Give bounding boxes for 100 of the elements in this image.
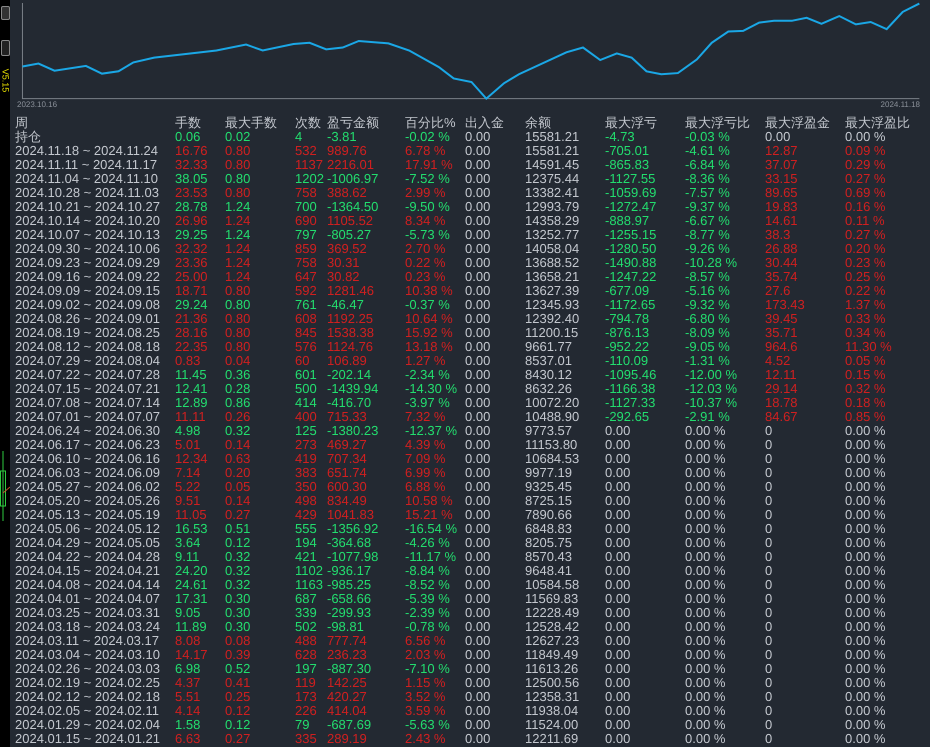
- table-cell-text: 2024.10.07 ~ 2024.10.13: [15, 228, 161, 242]
- table-cell-text: 0.00: [465, 256, 492, 270]
- table-cell-text: 23.53: [175, 186, 209, 200]
- table-cell-text: 0.00: [765, 130, 792, 144]
- table-cell-text: 0.00 %: [845, 522, 886, 536]
- table-cell-text: -10.37 %: [685, 396, 738, 410]
- table-cell-text: -12.37 %: [405, 424, 458, 438]
- table-cell-text: 0.00 %: [685, 536, 726, 550]
- table-cell-text: 0.00: [605, 620, 632, 634]
- table-cell-text: 12993.79: [525, 200, 580, 214]
- table-cell-text: 37.07: [765, 158, 799, 172]
- table-cell-text: 0.00: [605, 676, 632, 690]
- table-cell-text: 0.00: [465, 228, 492, 242]
- table-cell-text: 26.96: [175, 214, 209, 228]
- table-cell-text: -1280.50: [605, 242, 658, 256]
- toolbar-icon[interactable]: [0, 6, 10, 20]
- table-cell-text: 0.32 %: [845, 382, 886, 396]
- table-cell-text: 0.00: [465, 284, 492, 298]
- table-cell-text: 2024.07.01 ~ 2024.07.07: [15, 410, 161, 424]
- table-cell-text: 1538.38: [327, 326, 375, 340]
- table-cell-text: 0: [765, 592, 774, 606]
- table-cell-text: 761: [295, 298, 318, 312]
- table-cell-text: 700: [295, 200, 318, 214]
- table-cell-text: 12358.31: [525, 690, 580, 704]
- table-cell-text: 12500.56: [525, 676, 580, 690]
- toolbar-icon[interactable]: [0, 40, 10, 56]
- table-cell-text: 12345.93: [525, 298, 580, 312]
- table-cell-text: 0.00 %: [685, 676, 726, 690]
- table-cell-text: -9.26 %: [685, 242, 731, 256]
- table-cell-text: 35.71: [765, 326, 799, 340]
- table-cell-text: 758: [295, 256, 318, 270]
- table-cell-text: 11.11: [175, 410, 207, 424]
- table-cell-text: 0.20 %: [845, 242, 886, 256]
- table-cell-text: 414: [295, 396, 318, 410]
- table-cell-text: 4.37: [175, 676, 202, 690]
- table-cell-text: 12.41: [175, 382, 209, 396]
- table-cell-text: 0.04: [225, 354, 252, 368]
- table-cell-text: 5.22: [175, 480, 202, 494]
- table-cell-text: -16.54 %: [405, 522, 458, 536]
- table-cell-text: 0.00: [465, 676, 492, 690]
- table-cell-text: 964.6: [765, 340, 799, 354]
- table-cell-text: -1127.55: [605, 172, 656, 186]
- table-cell-text: 0.00: [465, 564, 492, 578]
- table-cell-text: 17.91 %: [405, 158, 454, 172]
- table-cell-text: 777.74: [327, 634, 368, 648]
- table-cell-text: 1137: [295, 158, 324, 172]
- table-cell-text: 0.00: [465, 494, 492, 508]
- table-cell-text: 628: [295, 648, 318, 662]
- table-cell-text: -8.77 %: [685, 228, 731, 242]
- column-header: 最大浮盈比: [845, 116, 911, 130]
- table-cell-text: 0.30: [225, 606, 252, 620]
- table-cell-text: 797: [295, 228, 318, 242]
- table-cell-text: -687.69: [327, 718, 372, 732]
- table-cell-text: 10.58 %: [405, 494, 454, 508]
- table-cell-text: 10488.90: [525, 410, 580, 424]
- table-cell-text: 14358.29: [525, 214, 580, 228]
- table-cell-text: 197: [295, 662, 318, 676]
- table-cell-text: 2.99 %: [405, 186, 446, 200]
- table-cell-text: 10584.58: [525, 578, 580, 592]
- table-cell-text: 339: [295, 606, 318, 620]
- table-cell-text: 8430.12: [525, 368, 573, 382]
- table-cell-text: 0.32: [225, 578, 252, 592]
- table-cell-text: 2024.01.29 ~ 2024.02.04: [15, 718, 161, 732]
- table-cell-text: 16.76: [175, 144, 209, 158]
- table-cell-text: 106.89: [327, 354, 368, 368]
- table-cell-text: 2024.09.23 ~ 2024.09.29: [15, 256, 161, 270]
- table-cell-text: 13.18 %: [405, 340, 454, 354]
- table-cell-text: -3.97 %: [405, 396, 451, 410]
- table-cell-text: 0.28: [225, 382, 252, 396]
- table-cell-text: 6.78 %: [405, 144, 446, 158]
- table-cell-text: -6.67 %: [685, 214, 731, 228]
- table-cell-text: 2024.03.18 ~ 2024.03.24: [15, 620, 161, 634]
- table-cell-text: -2.39 %: [405, 606, 451, 620]
- table-cell-text: 0: [765, 424, 774, 438]
- table-cell-text: 0.18 %: [845, 396, 886, 410]
- table-cell-text: 1041.83: [327, 508, 375, 522]
- table-cell-text: 89.65: [765, 186, 799, 200]
- table-cell-text: 0: [765, 606, 774, 620]
- table-cell-text: 0.00 %: [845, 564, 886, 578]
- table-cell-text: 0.00: [465, 662, 492, 676]
- table-cell-text: 173: [295, 690, 318, 704]
- table-cell-text: 0.00 %: [685, 508, 726, 522]
- table-cell-text: 0.25: [225, 690, 252, 704]
- table-cell-text: -805.27: [327, 228, 372, 242]
- column-header: 最大浮盈金: [765, 116, 831, 130]
- table-cell-text: 11200.15: [525, 326, 580, 340]
- table-cell-text: 9648.41: [525, 564, 573, 578]
- table-cell-text: 0.27: [225, 508, 252, 522]
- table-cell-text: 707.34: [327, 452, 368, 466]
- table-cell-text: 6.98: [175, 662, 202, 676]
- table-cell-text: 0: [765, 550, 774, 564]
- table-cell-text: -364.68: [327, 536, 372, 550]
- table-cell-text: -2.91 %: [685, 410, 731, 424]
- table-cell-text: 0: [765, 494, 774, 508]
- table-cell-text: -0.37 %: [405, 298, 451, 312]
- table-cell-text: 7.14: [175, 466, 202, 480]
- table-cell-text: 2024.05.20 ~ 2024.05.26: [15, 494, 161, 508]
- table-cell-text: 335: [295, 732, 318, 746]
- table-cell-text: 0.00: [465, 620, 492, 634]
- table-cell-text: -794.78: [605, 312, 650, 326]
